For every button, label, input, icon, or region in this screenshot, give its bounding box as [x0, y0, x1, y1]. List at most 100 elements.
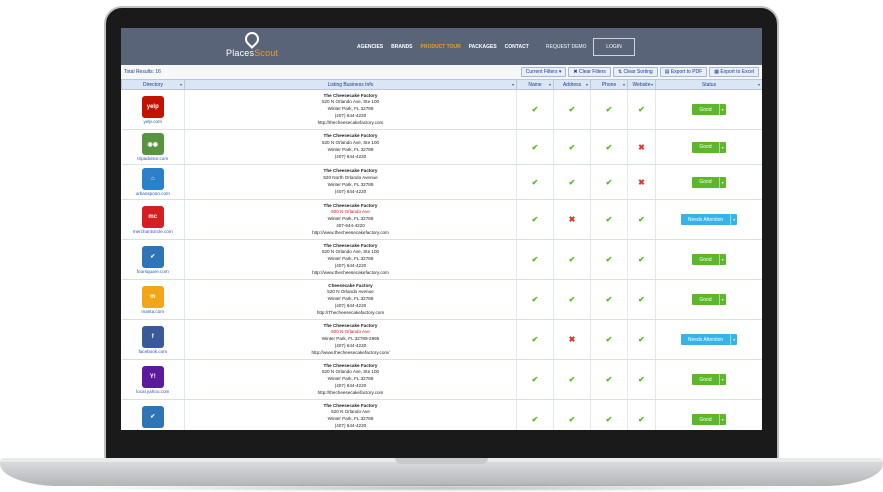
nav-item-brands[interactable]: BRANDS [391, 44, 412, 50]
directory-link[interactable]: facebook.com [138, 349, 167, 354]
manta-icon[interactable]: m [141, 285, 164, 308]
check-icon: ✔ [531, 177, 539, 187]
column-filter-icon[interactable]: ▾ [512, 82, 514, 87]
status-label: Good [699, 144, 712, 150]
status-needs-attention-button[interactable]: Needs Attention ▾ [680, 214, 738, 225]
check-icon: ✔ [638, 335, 645, 344]
column-filter-icon[interactable]: ▾ [651, 82, 653, 87]
nav-item-contact[interactable]: CONTACT [505, 44, 529, 50]
nav-item-packages[interactable]: PACKAGES [469, 44, 497, 50]
listing-detail: 520 N Orlando Ave, Ste 100 [321, 140, 380, 146]
column-filter-icon[interactable]: ▾ [758, 82, 760, 87]
column-header-label: Website [632, 81, 651, 88]
directory-link[interactable]: foursquare.com [137, 429, 169, 431]
table-row: Y! local.yahoo.com The Cheesecake Factory 5… [121, 359, 762, 400]
check-icon: ✔ [568, 142, 576, 152]
directory-link[interactable]: yelp.com [144, 119, 162, 124]
export-pdf-button[interactable]: ▤ Export to PDF [659, 67, 708, 77]
status-good-button[interactable]: Good ▾ [692, 104, 726, 115]
column-filter-icon[interactable]: ▾ [549, 82, 551, 87]
directory-link[interactable]: tripadvisor.com [137, 156, 168, 161]
results-toolbar: Total Results: 16 Current Filters ▾ ✖ Cl… [121, 65, 762, 79]
facebook-icon[interactable]: f [141, 325, 164, 348]
status-good-button[interactable]: Good ▾ [692, 374, 726, 385]
table-header-row: Directory ▾ Listing Business Info ▾ Name ▾ Add… [121, 79, 762, 90]
request-demo-link[interactable]: REQUEST DEMO [546, 44, 586, 50]
nav-item-agencies[interactable]: AGENCIES [357, 44, 383, 50]
listing-detail: 500 N Orlando Ave [331, 329, 370, 335]
address-match-cell: ✔ [553, 359, 591, 400]
column-header-status[interactable]: Status ▾ [655, 79, 762, 90]
status-needs-attention-button[interactable]: Needs Attention ▾ [680, 334, 738, 345]
column-header-address[interactable]: Address ▾ [553, 79, 591, 90]
check-icon: ✔ [568, 375, 576, 384]
directory-cell: ✔foursquare.com [121, 399, 185, 431]
check-icon: ✔ [638, 255, 645, 264]
column-header-website[interactable]: Website ▾ [627, 79, 656, 90]
tripadvisor-icon[interactable]: ◉◉ [141, 133, 164, 155]
listing-detail: (407) 644-4220 [334, 422, 367, 428]
nav-item-product-tour[interactable]: PRODUCT TOUR [421, 44, 461, 50]
business-name: The Cheesecake Factory [323, 168, 378, 174]
listing-detail: Winter Park, FL 32789-2995 [321, 336, 380, 342]
check-icon: ✔ [638, 215, 645, 224]
table-body: yelp yelp.com The Cheesecake Factory 520 N … [121, 89, 762, 431]
clear-sorting-label: Clear Sorting [623, 69, 653, 75]
login-button[interactable]: LOGIN [593, 38, 635, 56]
directory-cell: Y! local.yahoo.com [121, 359, 185, 400]
status-good-button[interactable]: Good ▾ [692, 414, 726, 425]
website-match-cell: ✔ [627, 399, 656, 430]
column-filter-icon[interactable]: ▾ [586, 82, 588, 87]
check-icon: ✔ [605, 335, 613, 344]
column-header-phone[interactable]: Phone ▾ [590, 79, 628, 90]
foursquare-icon[interactable]: ✔ [141, 405, 164, 428]
brand-logo[interactable]: PlacesScout [226, 29, 278, 58]
column-filter-icon[interactable]: ▾ [180, 82, 182, 87]
directory: m manta.com [122, 285, 185, 314]
status-cell: Good ▾ [655, 399, 762, 430]
listing-detail: (407) 644-4220 [334, 382, 367, 388]
check-icon: ✔ [531, 375, 539, 384]
listing-detail: http://www.thecheesecakefactory.com [312, 269, 389, 275]
directory-link[interactable]: urbanspoon.com [136, 191, 170, 196]
merchantcircle-icon[interactable]: mc [141, 205, 164, 228]
listing-info-cell: Cheesecake Factory 520 N Orlando Avenue Wi… [184, 279, 517, 320]
directory-link[interactable]: local.yahoo.com [136, 389, 169, 394]
clear-sorting-button[interactable]: ⇅ Clear Sorting [612, 67, 658, 77]
column-filter-icon[interactable]: ▾ [623, 82, 625, 87]
status-good-button[interactable]: Good ▾ [692, 294, 726, 305]
column-header-name[interactable]: Name ▾ [516, 79, 554, 90]
status-good-button[interactable]: Good ▾ [692, 254, 726, 265]
current-filters-button[interactable]: Current Filters ▾ [520, 67, 567, 77]
column-header-directory[interactable]: Directory ▾ [121, 79, 185, 90]
phone-match-cell: ✔ [590, 359, 628, 400]
check-icon: ✔ [605, 105, 613, 114]
caret-down-icon: ▾ [718, 294, 726, 305]
column-header-listing-business-info[interactable]: Listing Business Info ▾ [184, 79, 517, 90]
export-pdf-label: Export to PDF [670, 69, 703, 75]
check-icon: ✔ [531, 415, 539, 424]
name-match-cell: ✔ [516, 164, 554, 200]
status-good-button[interactable]: Good ▾ [692, 176, 726, 188]
phone-match-cell: ✔ [590, 199, 628, 240]
address-match-cell: ✔ [553, 279, 591, 320]
caret-down-icon: ▾ [718, 414, 726, 425]
export-excel-button[interactable]: ▦ Export to Excel [709, 67, 759, 77]
listing-info-cell: The Cheesecake Factory 500 N Orlando Ave W… [184, 319, 517, 360]
clear-filters-button[interactable]: ✖ Clear Filters [568, 67, 611, 77]
check-icon: ✔ [568, 105, 576, 114]
foursquare-icon[interactable]: ✔ [141, 245, 164, 268]
listing-detail: 407-644-4220 [336, 222, 365, 228]
status-label: Good [699, 256, 712, 263]
status-good-button[interactable]: Good ▾ [692, 141, 726, 153]
directory: mc merchantcircle.com [122, 205, 185, 234]
caret-down-icon: ▾ [718, 141, 726, 153]
yelp-icon[interactable]: yelp [141, 95, 164, 118]
urbanspoon-icon[interactable]: ⌂ [141, 168, 164, 190]
yahoo-icon[interactable]: Y! [141, 365, 164, 388]
total-results: Total Results: 16 [124, 69, 161, 75]
directory-link[interactable]: merchantcircle.com [133, 229, 173, 234]
directory-cell: ◉◉ tripadvisor.com [121, 129, 185, 165]
directory-link[interactable]: foursquare.com [137, 269, 169, 274]
directory-link[interactable]: manta.com [141, 309, 164, 314]
